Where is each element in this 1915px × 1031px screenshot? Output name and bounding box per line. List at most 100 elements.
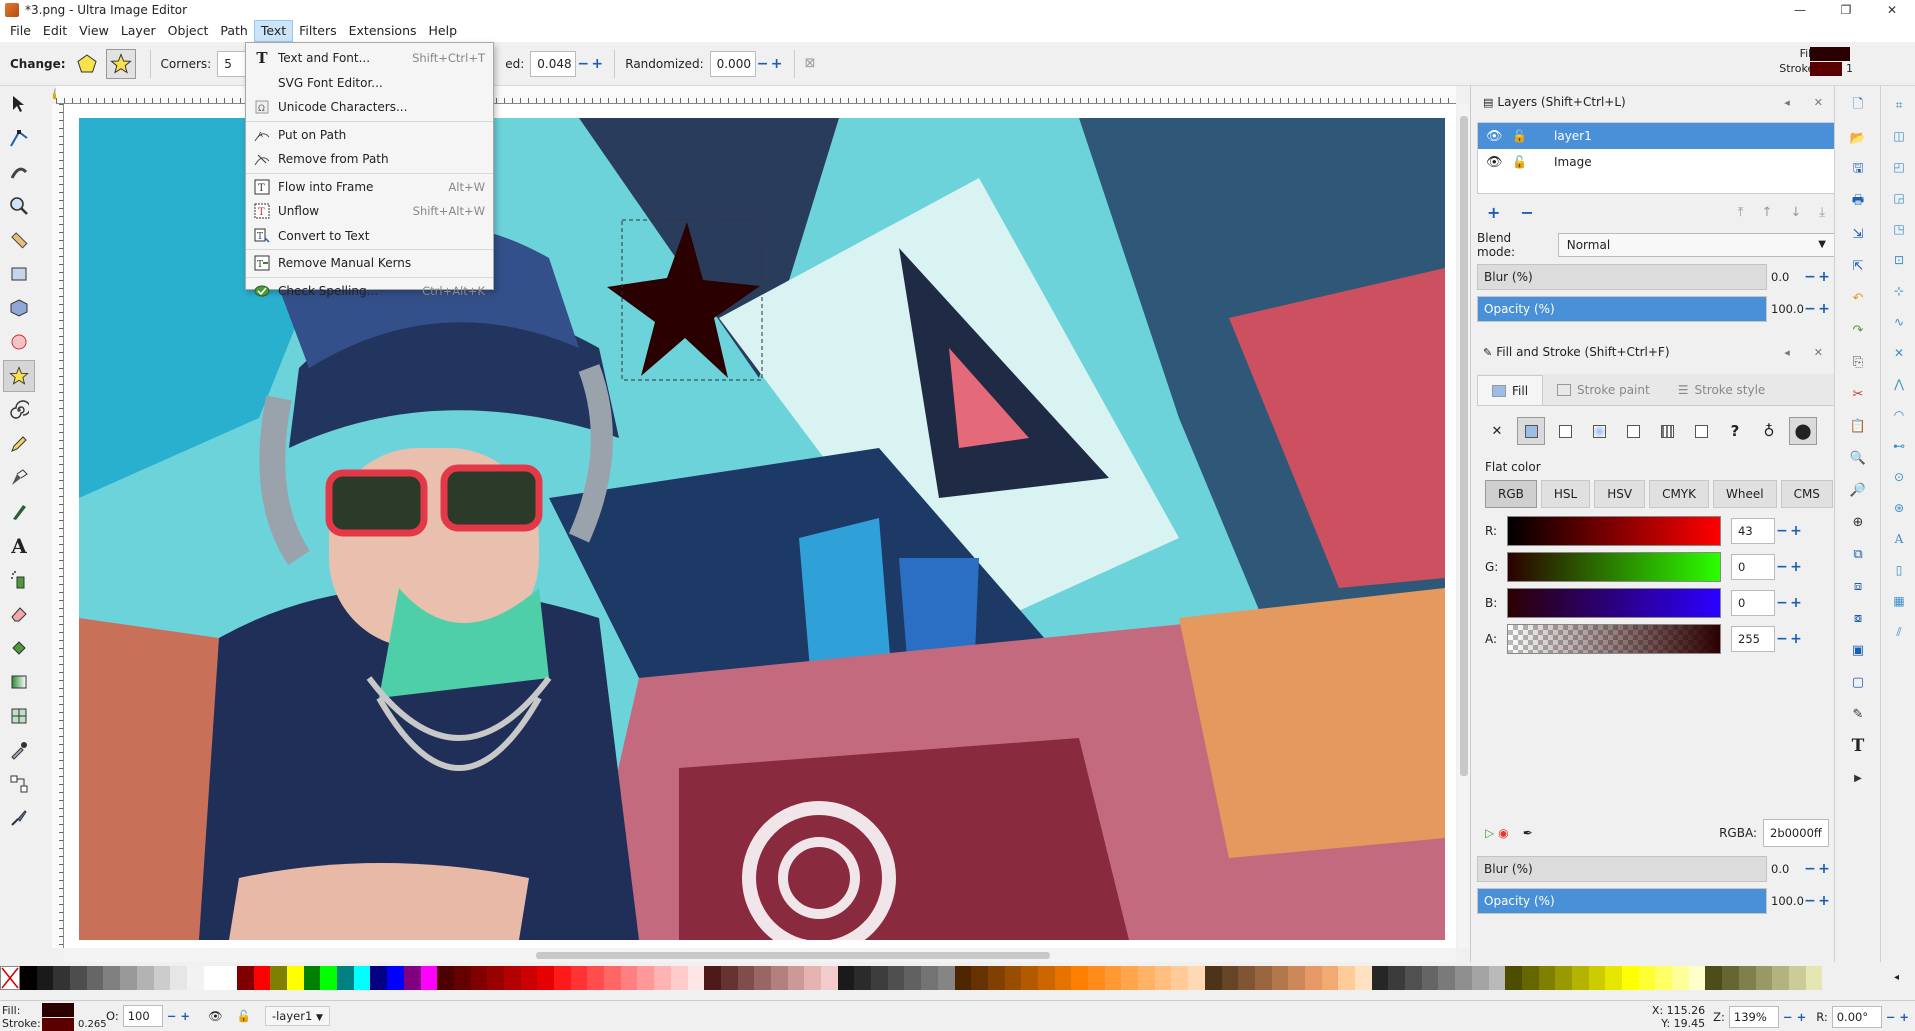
object-opacity-plus-button[interactable]: +: [1817, 893, 1831, 909]
snap-grid-icon[interactable]: ▦: [1887, 589, 1911, 613]
mode-cms-button[interactable]: CMS: [1780, 480, 1833, 508]
palette-menu-icon[interactable]: ◂: [1894, 966, 1899, 990]
color-swatch[interactable]: [887, 966, 905, 990]
layer-row[interactable]: 👁 🔓 layer1: [1478, 123, 1834, 149]
zoom-tool[interactable]: [3, 190, 35, 222]
paste-icon[interactable]: 📋: [1846, 414, 1870, 438]
group-icon[interactable]: ▣: [1846, 638, 1870, 662]
measure-tool[interactable]: [3, 224, 35, 256]
undo-icon[interactable]: ↶: [1846, 286, 1870, 310]
star-tool[interactable]: [3, 360, 35, 392]
zoom-drawing-icon[interactable]: 🔎: [1846, 478, 1870, 502]
color-swatch[interactable]: [453, 966, 471, 990]
color-swatch[interactable]: [387, 966, 404, 990]
color-swatch[interactable]: [1805, 966, 1823, 990]
blend-mode-select[interactable]: Normal ▼: [1557, 233, 1835, 257]
unlock-icon[interactable]: 🔓: [1512, 129, 1530, 143]
reset-icon[interactable]: ⊠: [805, 56, 816, 71]
channel-minus-button[interactable]: −: [1775, 631, 1789, 647]
close-button[interactable]: ✕: [1869, 0, 1915, 20]
object-blur-plus-button[interactable]: +: [1817, 861, 1831, 877]
menu-extensions[interactable]: Extensions: [343, 20, 423, 42]
menu-path[interactable]: Path: [214, 20, 253, 42]
color-swatch[interactable]: [1271, 966, 1289, 990]
menu-help[interactable]: Help: [423, 20, 464, 42]
color-swatch[interactable]: [1788, 966, 1806, 990]
snap-path-icon[interactable]: ∿: [1887, 310, 1911, 334]
radial-gradient-button[interactable]: [1585, 417, 1613, 445]
layer-opacity-bar[interactable]: Opacity (%): [1477, 296, 1767, 322]
color-swatch[interactable]: [770, 966, 788, 990]
color-swatch[interactable]: [1421, 966, 1439, 990]
color-swatch[interactable]: [103, 966, 121, 990]
current-layer-select[interactable]: -layer1 ▼: [264, 1006, 330, 1026]
color-swatch[interactable]: [1338, 966, 1355, 990]
color-swatch[interactable]: [570, 966, 588, 990]
swatch-button[interactable]: [1687, 417, 1715, 445]
fill-rule-nonzero-button[interactable]: ⬤: [1789, 417, 1817, 445]
color-swatch[interactable]: [503, 966, 521, 990]
color-swatch[interactable]: [704, 966, 721, 990]
layer-row[interactable]: 👁 🔓 Image: [1478, 149, 1834, 175]
rounded-plus-button[interactable]: +: [590, 56, 604, 72]
gradient-tool[interactable]: [3, 666, 35, 698]
color-swatch[interactable]: [1138, 966, 1155, 990]
snap-smooth-icon[interactable]: ◠: [1887, 403, 1911, 427]
color-swatch[interactable]: [637, 966, 655, 990]
snap-enable-icon[interactable]: ⌗: [1887, 93, 1911, 117]
color-swatch[interactable]: [1588, 966, 1606, 990]
unlink-clone-icon[interactable]: ⧇: [1846, 606, 1870, 630]
color-swatch[interactable]: [1088, 966, 1105, 990]
color-swatch[interactable]: [253, 966, 271, 990]
eye-icon[interactable]: 👁: [1486, 129, 1504, 144]
color-swatch[interactable]: [987, 966, 1005, 990]
color-swatch[interactable]: [487, 966, 504, 990]
layer-opacity-plus-button[interactable]: +: [1817, 301, 1831, 317]
more-icon[interactable]: ▶: [1846, 766, 1870, 790]
color-swatch[interactable]: [1488, 966, 1506, 990]
fill-rule-evenodd-button[interactable]: ♁: [1755, 417, 1783, 445]
unset-paint-button[interactable]: ?: [1721, 417, 1749, 445]
color-swatch[interactable]: [1705, 966, 1723, 990]
layer-blur-slider[interactable]: Blur (%) 0.0 − +: [1477, 264, 1835, 290]
zoom-page-icon[interactable]: ⊕: [1846, 510, 1870, 534]
object-opacity-bar[interactable]: Opacity (%): [1477, 888, 1767, 914]
add-layer-icon[interactable]: +: [1487, 203, 1500, 222]
mesh-gradient-button[interactable]: [1619, 417, 1647, 445]
color-swatch[interactable]: [737, 966, 755, 990]
maximize-button[interactable]: ❐: [1823, 0, 1869, 20]
opacity-input[interactable]: 100: [122, 1005, 163, 1027]
color-swatch[interactable]: [520, 966, 538, 990]
layer-opacity-slider[interactable]: Opacity (%) 100.0 − +: [1477, 296, 1835, 322]
mode-hsv-button[interactable]: HSV: [1594, 480, 1646, 508]
color-swatch[interactable]: [120, 966, 137, 990]
menu-item-remove-from-path[interactable]: Remove from Path: [246, 147, 493, 172]
rotation-plus-button[interactable]: +: [1899, 1010, 1909, 1024]
color-swatch[interactable]: [1288, 966, 1305, 990]
color-swatch[interactable]: [804, 966, 821, 990]
color-swatch[interactable]: [470, 966, 488, 990]
select-tool[interactable]: [3, 88, 35, 120]
duplicate-icon[interactable]: ⧉: [1846, 542, 1870, 566]
color-swatch[interactable]: [1321, 966, 1339, 990]
layer-opacity-minus-button[interactable]: −: [1803, 301, 1817, 317]
channel-plus-button[interactable]: +: [1789, 523, 1803, 539]
mode-cmyk-button[interactable]: CMYK: [1649, 480, 1709, 508]
color-swatch[interactable]: [136, 966, 154, 990]
channel-input-a[interactable]: 255: [1731, 626, 1775, 652]
channel-slider-a[interactable]: [1507, 624, 1721, 654]
zoom-input[interactable]: 139%: [1728, 1005, 1779, 1028]
object-blur-bar[interactable]: Blur (%): [1477, 856, 1767, 882]
panel-close-icon[interactable]: ✕: [1814, 96, 1823, 109]
object-opacity-value[interactable]: 100.0: [1767, 894, 1804, 908]
color-swatch[interactable]: [1672, 966, 1689, 990]
scrollbar-thumb[interactable]: [536, 952, 1050, 959]
color-swatch[interactable]: [937, 966, 955, 990]
open-file-icon[interactable]: 📂: [1846, 126, 1870, 150]
randomized-minus-button[interactable]: −: [756, 56, 770, 72]
layers-panel-header[interactable]: ▤ Layers (Shift+Ctrl+L) ◂ ✕: [1471, 90, 1835, 114]
object-opacity-minus-button[interactable]: −: [1803, 893, 1817, 909]
dropper-tool[interactable]: [3, 734, 35, 766]
lock-icon[interactable]: 🔓: [237, 1009, 251, 1023]
color-swatch[interactable]: [437, 966, 454, 990]
